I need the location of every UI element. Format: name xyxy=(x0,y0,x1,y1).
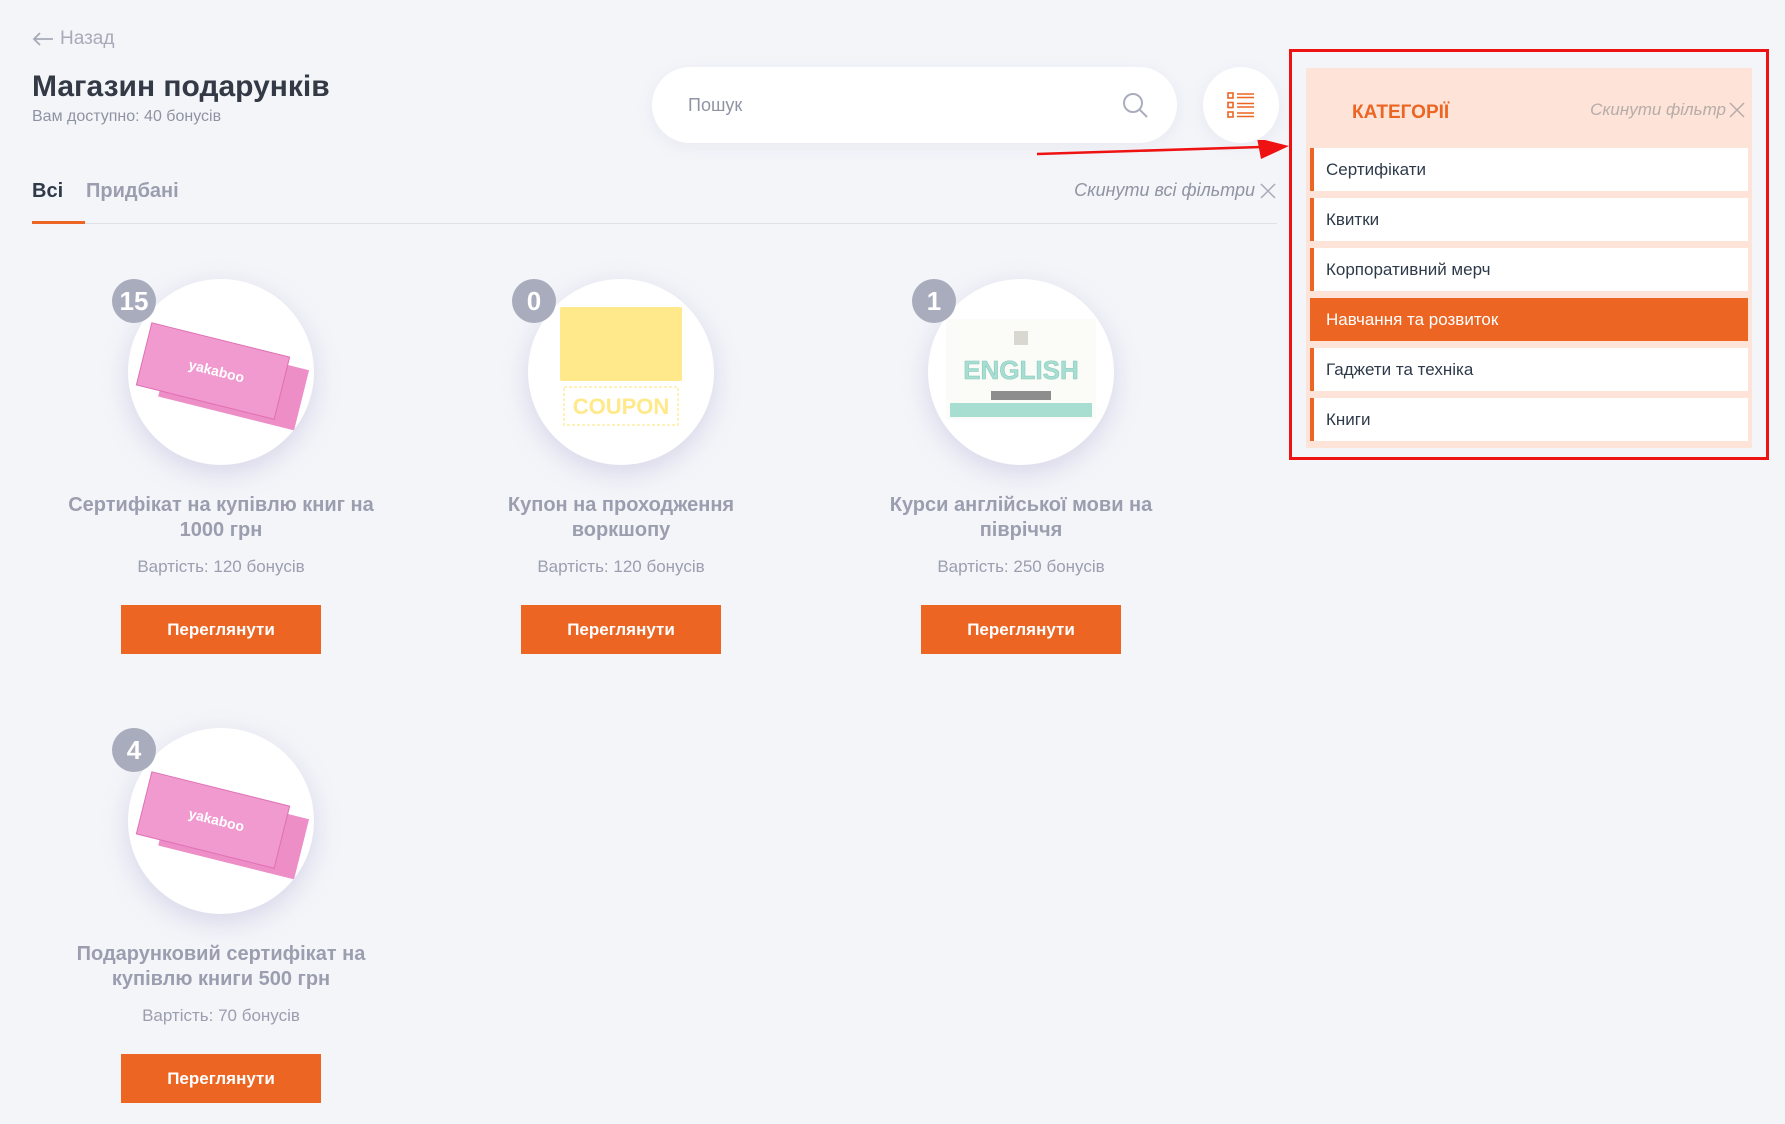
view-button[interactable]: Переглянути xyxy=(921,605,1121,654)
list-icon xyxy=(1227,92,1254,118)
categories-header: КАТЕГОРІЇ Скинути фільтр xyxy=(1306,68,1752,148)
category-item[interactable]: Квитки xyxy=(1310,198,1748,241)
reset-all-label: Скинути всі фільтри xyxy=(1074,180,1255,200)
coupon-image: COUPON xyxy=(560,307,682,426)
english-course-image: ENGLISH xyxy=(946,319,1096,419)
tab-all[interactable]: Всі xyxy=(32,180,85,224)
product-price: Вартість: 120 бонусів xyxy=(537,557,705,576)
arrow-left-icon xyxy=(32,32,53,46)
product-image[interactable]: ENGLISH xyxy=(928,279,1114,465)
product-image[interactable]: yakaboo xyxy=(128,728,314,914)
categories-title: КАТЕГОРІЇ xyxy=(1352,102,1450,123)
product-image[interactable]: COUPON xyxy=(528,279,714,465)
search-icon[interactable] xyxy=(1121,91,1149,119)
view-button[interactable]: Переглянути xyxy=(121,605,321,654)
tab-purchased[interactable]: Придбані xyxy=(86,180,179,224)
bonus-balance: Вам доступно: 40 бонусів xyxy=(32,108,222,125)
yakaboo-certificate-image: yakaboo xyxy=(135,322,310,431)
product-name: Подарунковий сертифікат на купівлю книги… xyxy=(76,943,366,990)
category-item[interactable]: Корпоративний мерч xyxy=(1310,248,1748,291)
annotation-arrow xyxy=(1036,140,1289,159)
reset-category-filter[interactable]: Скинути фільтр xyxy=(1590,100,1746,120)
category-item[interactable]: Книги xyxy=(1310,398,1748,441)
svg-text:ENGLISH: ENGLISH xyxy=(963,355,1079,385)
page-title: Магазин подарунків xyxy=(32,70,330,103)
product-image[interactable]: yakaboo xyxy=(128,279,314,465)
product-name: Сертифікат на купівлю книг на 1000 грн xyxy=(68,494,374,541)
reset-filter-label: Скинути фільтр xyxy=(1590,100,1726,119)
product-price: Вартість: 250 бонусів xyxy=(937,557,1105,576)
reset-all-filters[interactable]: Скинути всі фільтри xyxy=(1074,180,1277,201)
category-item[interactable]: Гаджети та техніка xyxy=(1310,348,1748,391)
category-item-active[interactable]: Навчання та розвиток xyxy=(1310,298,1748,341)
product-name: Курси англійської мови на півріччя xyxy=(889,494,1153,541)
categories-panel: КАТЕГОРІЇ Скинути фільтр Сертифікати Кви… xyxy=(1306,68,1752,448)
search-box xyxy=(652,67,1177,143)
tabs: Всі Придбані Скинути всі фільтри xyxy=(32,180,1277,224)
back-label: Назад xyxy=(60,28,115,49)
close-icon xyxy=(1260,182,1276,199)
view-button[interactable]: Переглянути xyxy=(521,605,721,654)
product-price: Вартість: 120 бонусів xyxy=(137,557,305,576)
category-list: Сертифікати Квитки Корпоративний мерч На… xyxy=(1310,148,1748,448)
svg-text:COUPON: COUPON xyxy=(573,394,670,419)
product-name: Купон на проходження воркшопу xyxy=(507,494,735,541)
close-icon xyxy=(1729,102,1745,118)
back-link[interactable]: Назад xyxy=(32,28,114,50)
category-list-toggle[interactable] xyxy=(1203,67,1279,143)
stock-count-badge: 0 xyxy=(512,279,556,323)
category-item[interactable]: Сертифікати xyxy=(1310,148,1748,191)
categories-highlight-frame: КАТЕГОРІЇ Скинути фільтр Сертифікати Кви… xyxy=(1289,49,1769,460)
stock-count-badge: 1 xyxy=(912,279,956,323)
view-button[interactable]: Переглянути xyxy=(121,1054,321,1103)
search-input[interactable] xyxy=(688,94,1121,116)
product-price: Вартість: 70 бонусів xyxy=(142,1006,300,1025)
stock-count-badge: 4 xyxy=(112,728,156,772)
stock-count-badge: 15 xyxy=(112,279,156,323)
yakaboo-certificate-image: yakaboo xyxy=(135,771,310,880)
